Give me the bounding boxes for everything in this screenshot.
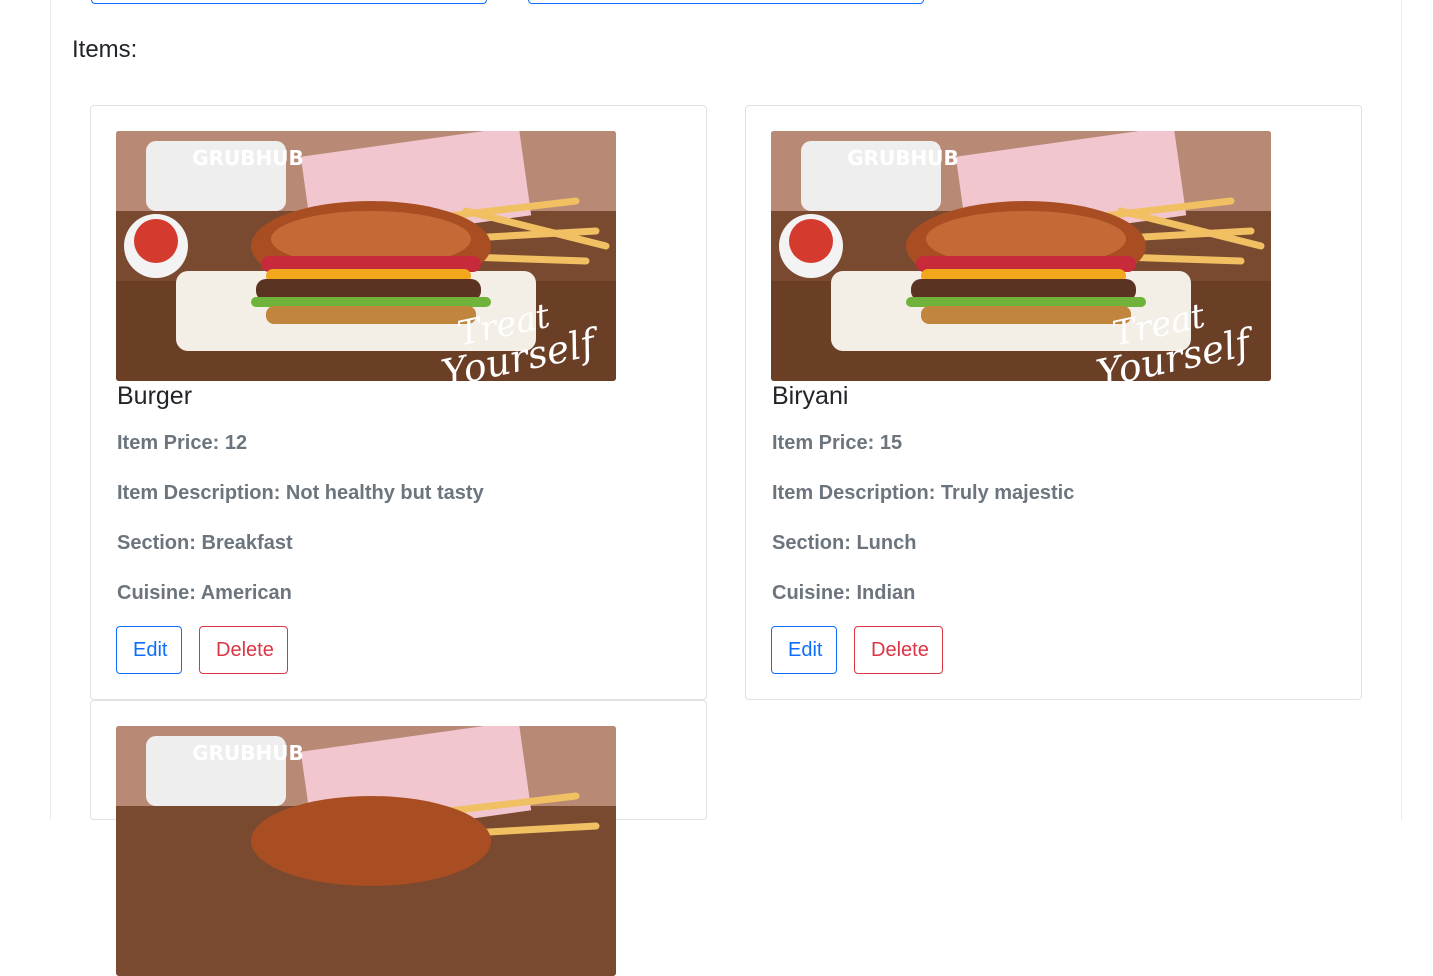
delete-button[interactable]: Delete <box>854 626 943 674</box>
item-name: Burger <box>117 382 193 410</box>
items-heading: Items: <box>72 36 138 63</box>
item-section: Section: Breakfast <box>117 532 293 554</box>
item-name: Biryani <box>772 382 849 410</box>
item-card: GRUBHUB <box>90 700 707 976</box>
item-description: Item Description: Truly majestic <box>772 482 1075 504</box>
item-image: GRUBHUB Treat Yourself <box>771 131 1271 381</box>
brand-logo: GRUBHUB <box>847 146 959 170</box>
item-price: Item Price: 15 <box>772 432 903 454</box>
item-cuisine: Cuisine: Indian <box>772 582 916 604</box>
item-cuisine: Cuisine: American <box>117 582 292 604</box>
item-description: Item Description: Not healthy but tasty <box>117 482 484 504</box>
filter-input-left[interactable] <box>91 0 487 4</box>
item-card: GRUBHUB Treat Yourself Biryani Item Pric… <box>745 105 1362 700</box>
delete-button[interactable]: Delete <box>199 626 288 674</box>
brand-logo: GRUBHUB <box>192 146 304 170</box>
item-card: GRUBHUB Treat Yourself Burger Item Price… <box>90 105 707 700</box>
edit-button[interactable]: Edit <box>771 626 837 674</box>
item-section: Section: Lunch <box>772 532 917 554</box>
item-image: GRUBHUB Treat Yourself <box>116 131 616 381</box>
filter-input-right[interactable] <box>528 0 924 4</box>
edit-button[interactable]: Edit <box>116 626 182 674</box>
item-image: GRUBHUB <box>116 726 616 976</box>
brand-logo: GRUBHUB <box>192 741 304 765</box>
item-price: Item Price: 12 <box>117 432 248 454</box>
